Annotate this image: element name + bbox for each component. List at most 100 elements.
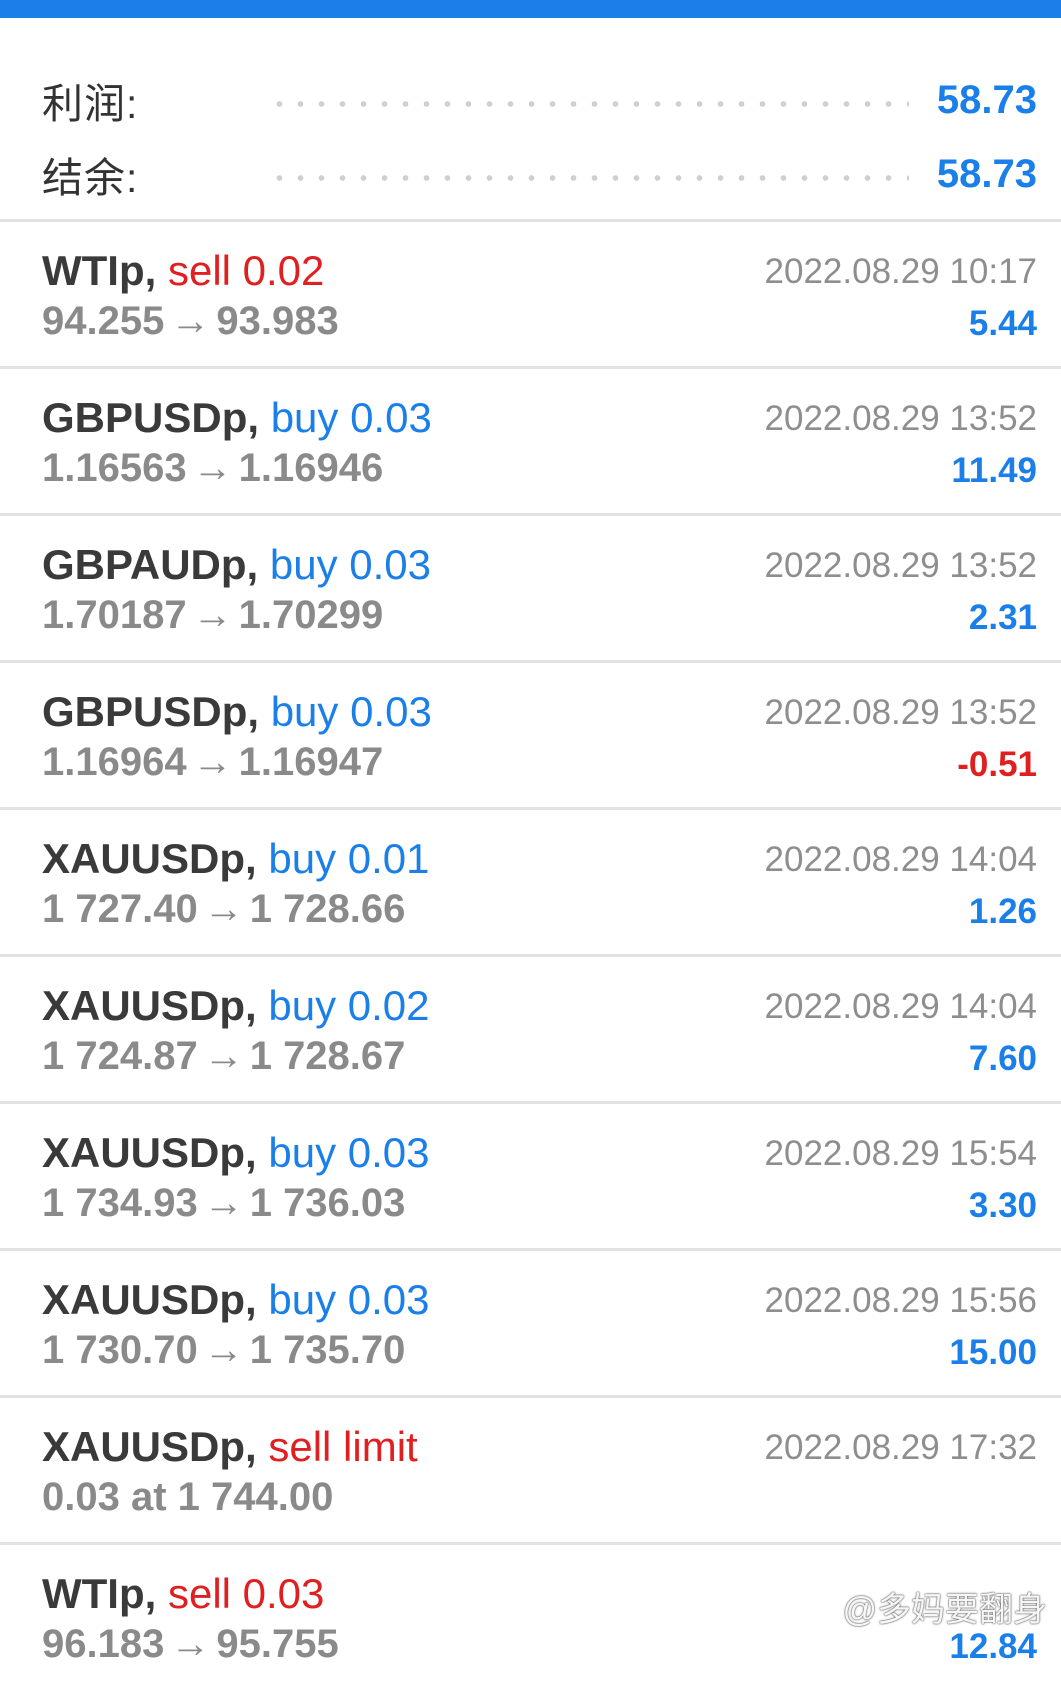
trade-action: buy 0.03 xyxy=(269,541,432,588)
trade-symbol: XAUUSDp, xyxy=(42,1276,257,1323)
close-price: 93.983 xyxy=(216,299,339,343)
close-price: 95.755 xyxy=(216,1622,339,1666)
trade-row[interactable]: XAUUSDp, buy 0.01 1 727.40 → 1 728.66 2022… xyxy=(0,810,1061,957)
trade-action: buy 0.03 xyxy=(268,1129,430,1176)
trade-profit: -0.51 xyxy=(957,745,1037,784)
trade-row[interactable]: GBPAUDp, buy 0.03 1.70187 → 1.70299 2022.0… xyxy=(0,516,1061,663)
account-summary: 利润: 58.73 结余: 58.73 xyxy=(0,18,1061,222)
arrow-right-icon: → xyxy=(192,593,233,637)
order-price: 0.03 at 1 744.00 xyxy=(42,1475,334,1519)
pending-order-row[interactable]: XAUUSDp, sell limit 0.03 at 1 744.00 202… xyxy=(0,1398,1061,1545)
open-price: 96.183 xyxy=(42,1622,165,1666)
trade-prices: 96.183 → 95.755 xyxy=(42,1619,339,1669)
trade-action: sell 0.03 xyxy=(167,1570,325,1617)
dotted-leader xyxy=(269,101,909,107)
open-price: 1 727.40 xyxy=(42,887,198,931)
dotted-leader xyxy=(269,175,909,181)
trade-title: XAUUSDp, buy 0.02 xyxy=(42,981,430,1031)
trade-profit: 11.49 xyxy=(951,451,1037,490)
trade-prices: 0.03 at 1 744.00 xyxy=(42,1472,333,1522)
profit-label: 利润: xyxy=(42,81,139,127)
trade-prices: 1.70187 → 1.70299 xyxy=(42,590,383,640)
trade-prices: 1.16964 → 1.16947 xyxy=(42,737,383,787)
arrow-right-icon: → xyxy=(203,887,244,931)
arrow-right-icon: → xyxy=(192,446,233,490)
arrow-right-icon: → xyxy=(203,1034,244,1078)
watermark: @多妈要翻身 xyxy=(842,1591,1047,1629)
trade-history-list: WTIp, sell 0.02 94.255 → 93.983 2022.08.29… xyxy=(0,222,1061,1692)
trade-prices: 1.16563 → 1.16946 xyxy=(42,443,383,493)
close-price: 1 728.67 xyxy=(249,1034,406,1078)
arrow-right-icon: → xyxy=(203,1328,244,1372)
trade-symbol: XAUUSDp, xyxy=(42,1129,257,1176)
trade-time: 2022.08.29 15:56 xyxy=(764,1281,1037,1320)
trade-action: buy 0.03 xyxy=(270,394,432,441)
trade-symbol: GBPAUDp, xyxy=(42,541,259,588)
trade-title: XAUUSDp, buy 0.03 xyxy=(42,1128,430,1178)
trade-symbol: XAUUSDp, xyxy=(42,835,257,882)
top-accent-bar xyxy=(0,0,1061,18)
trade-symbol: GBPUSDp, xyxy=(42,688,260,735)
trade-time: 2022.08.29 17:32 xyxy=(764,1428,1037,1467)
trade-title: GBPUSDp, buy 0.03 xyxy=(42,687,432,737)
trade-symbol: WTIp, xyxy=(42,247,157,294)
trade-title: XAUUSDp, buy 0.01 xyxy=(42,834,430,884)
trade-title: GBPAUDp, buy 0.03 xyxy=(42,540,431,590)
trade-action: buy 0.03 xyxy=(268,1276,430,1323)
trade-title: GBPUSDp, buy 0.03 xyxy=(42,393,432,443)
trade-action: buy 0.02 xyxy=(268,982,430,1029)
trade-title: XAUUSDp, sell limit xyxy=(42,1422,418,1472)
trade-row[interactable]: XAUUSDp, buy 0.03 1 730.70 → 1 735.70 2022… xyxy=(0,1251,1061,1398)
open-price: 1.16964 xyxy=(42,740,187,784)
trade-time: 2022.08.29 14:04 xyxy=(764,840,1037,879)
open-price: 1.70187 xyxy=(42,593,187,637)
arrow-right-icon: → xyxy=(170,1622,211,1666)
close-price: 1 736.03 xyxy=(249,1181,406,1225)
balance-value: 58.73 xyxy=(936,151,1037,196)
trade-row[interactable]: GBPUSDp, buy 0.03 1.16563 → 1.16946 2022.0… xyxy=(0,369,1061,516)
trade-symbol: GBPUSDp, xyxy=(42,394,260,441)
arrow-right-icon: → xyxy=(192,740,233,784)
trade-row[interactable]: GBPUSDp, buy 0.03 1.16964 → 1.16947 2022.0… xyxy=(0,663,1061,810)
open-price: 94.255 xyxy=(42,299,165,343)
trade-action: buy 0.01 xyxy=(268,835,430,882)
trade-row[interactable]: XAUUSDp, buy 0.02 1 724.87 → 1 728.67 2022… xyxy=(0,957,1061,1104)
profit-row: 利润: 58.73 xyxy=(42,70,1037,130)
trade-prices: 1 730.70 → 1 735.70 xyxy=(42,1325,405,1375)
arrow-right-icon: → xyxy=(170,299,211,343)
open-price: 1.16563 xyxy=(42,446,187,490)
trade-profit: 7.60 xyxy=(968,1039,1037,1078)
trade-row[interactable]: WTIp, sell 0.02 94.255 → 93.983 2022.08.29… xyxy=(0,222,1061,369)
trade-title: WTIp, sell 0.03 xyxy=(42,1569,324,1619)
trade-time: 2022.08.29 10:17 xyxy=(764,252,1037,291)
trade-action: sell 0.02 xyxy=(167,247,325,294)
trade-symbol: XAUUSDp, xyxy=(42,1423,257,1470)
trade-profit: 5.44 xyxy=(968,304,1037,343)
trade-action: sell limit xyxy=(268,1423,418,1470)
close-price: 1.16946 xyxy=(238,446,384,490)
trade-title: WTIp, sell 0.02 xyxy=(42,246,324,296)
trade-action: buy 0.03 xyxy=(270,688,432,735)
trade-profit: 12.84 xyxy=(949,1627,1037,1666)
close-price: 1.16947 xyxy=(238,740,384,784)
profit-value: 58.73 xyxy=(936,77,1037,122)
trade-profit: 2.31 xyxy=(968,598,1037,637)
trade-symbol: XAUUSDp, xyxy=(42,982,257,1029)
trade-profit: 3.30 xyxy=(968,1186,1037,1225)
close-price: 1 735.70 xyxy=(249,1328,406,1372)
arrow-right-icon: → xyxy=(203,1181,244,1225)
trade-profit: 1.26 xyxy=(968,892,1037,931)
trade-time: 2022.08.29 13:52 xyxy=(764,693,1037,732)
trade-time: 2022.08.29 14:04 xyxy=(764,987,1037,1026)
trade-row[interactable]: XAUUSDp, buy 0.03 1 734.93 → 1 736.03 2022… xyxy=(0,1104,1061,1251)
close-price: 1 728.66 xyxy=(249,887,406,931)
balance-label: 结余: xyxy=(42,155,139,201)
trade-prices: 1 734.93 → 1 736.03 xyxy=(42,1178,405,1228)
trade-prices: 94.255 → 93.983 xyxy=(42,296,339,346)
open-price: 1 734.93 xyxy=(42,1181,198,1225)
close-price: 1.70299 xyxy=(238,593,384,637)
trade-profit: 15.00 xyxy=(949,1333,1037,1372)
open-price: 1 724.87 xyxy=(42,1034,198,1078)
trade-prices: 1 727.40 → 1 728.66 xyxy=(42,884,405,934)
open-price: 1 730.70 xyxy=(42,1328,198,1372)
